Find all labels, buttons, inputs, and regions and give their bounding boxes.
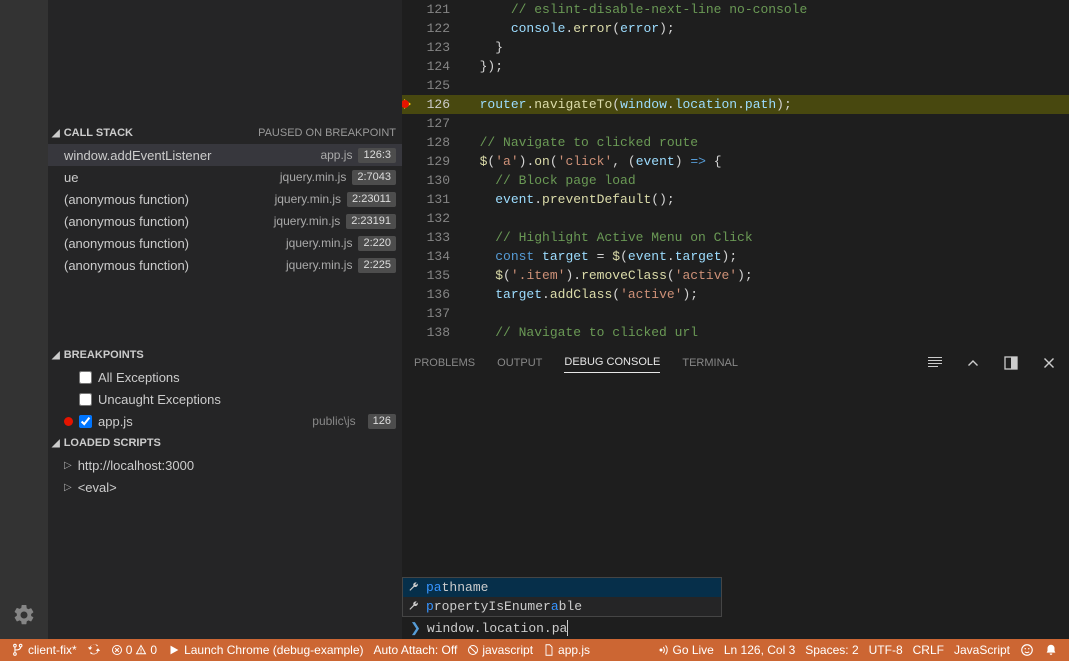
loadedscripts-title: LOADED SCRIPTS <box>64 437 161 449</box>
errors-item[interactable]: 0 0 <box>106 639 162 661</box>
bell-icon[interactable] <box>1039 639 1063 661</box>
callstack-frame[interactable]: window.addEventListenerapp.js126:3 <box>48 144 402 166</box>
file-item[interactable]: app.js <box>538 639 595 661</box>
status-bar: client-fix* 0 0 Launch Chrome (debug-exa… <box>0 639 1069 661</box>
loaded-script-item[interactable]: ▷<eval> <box>48 476 402 498</box>
callstack-frame[interactable]: (anonymous function)jquery.min.js2:23011 <box>48 188 402 210</box>
panel-max-icon[interactable] <box>1003 355 1019 371</box>
breakpoints-header[interactable]: ◢ BREAKPOINTS <box>48 344 402 366</box>
activity-bar <box>0 0 48 639</box>
autocomplete-popup: pathnamepropertyIsEnumerable <box>402 577 722 617</box>
panel-tab[interactable]: DEBUG CONSOLE <box>564 352 660 373</box>
suggestion-item[interactable]: propertyIsEnumerable <box>403 597 721 616</box>
eol-item[interactable]: CRLF <box>908 639 949 661</box>
chevron-up-icon[interactable] <box>965 355 981 371</box>
breakpoint-item[interactable]: All Exceptions <box>48 366 402 388</box>
callstack-header[interactable]: ◢ CALL STACK PAUSED ON BREAKPOINT <box>48 122 402 144</box>
autoattach-item[interactable]: Auto Attach: Off <box>369 639 463 661</box>
callstack-status: PAUSED ON BREAKPOINT <box>258 127 396 139</box>
clear-console-icon[interactable] <box>927 355 943 371</box>
editor-pane: 121 // eslint-disable-next-line no-conso… <box>402 0 1069 639</box>
prompt-icon: ❯ <box>410 621 421 636</box>
branch-item[interactable]: client-fix* <box>6 639 82 661</box>
debug-sidebar: ◢ CALL STACK PAUSED ON BREAKPOINT window… <box>48 0 402 639</box>
callstack-title: CALL STACK <box>64 127 133 139</box>
collapse-icon: ◢ <box>52 128 60 139</box>
spaces-item[interactable]: Spaces: 2 <box>800 639 863 661</box>
breakpoint-dot <box>64 417 73 426</box>
golive-item[interactable]: Go Live <box>653 639 719 661</box>
gear-icon[interactable] <box>12 603 36 627</box>
callstack-frame[interactable]: (anonymous function)jquery.min.js2:225 <box>48 254 402 276</box>
breakpoint-checkbox[interactable] <box>79 371 92 384</box>
loaded-script-item[interactable]: ▷http://localhost:3000 <box>48 454 402 476</box>
wrench-icon <box>407 581 420 594</box>
panel-tab[interactable]: OUTPUT <box>497 353 542 373</box>
breakpoint-checkbox[interactable] <box>79 393 92 406</box>
feedback-icon[interactable] <box>1015 639 1039 661</box>
panel-tab[interactable]: PROBLEMS <box>414 353 475 373</box>
panel-tab[interactable]: TERMINAL <box>682 353 738 373</box>
breakpoint-checkbox[interactable] <box>79 415 92 428</box>
close-icon[interactable] <box>1041 355 1057 371</box>
lang-item[interactable]: javascript <box>462 639 538 661</box>
collapse-icon: ◢ <box>52 350 60 361</box>
breakpoint-item[interactable]: app.jspublic\js126 <box>48 410 402 432</box>
position-item[interactable]: Ln 126, Col 3 <box>719 639 800 661</box>
langmode-item[interactable]: JavaScript <box>949 639 1015 661</box>
panel: PROBLEMS OUTPUT DEBUG CONSOLE TERMINAL path… <box>402 345 1069 639</box>
debug-console-input[interactable]: ❯ window.location.pa <box>402 617 1069 639</box>
code-editor[interactable]: 121 // eslint-disable-next-line no-conso… <box>402 0 1069 345</box>
repl-text: window.location.pa <box>427 621 567 636</box>
encoding-item[interactable]: UTF-8 <box>864 639 908 661</box>
breakpoints-title: BREAKPOINTS <box>64 349 144 361</box>
wrench-icon <box>407 600 420 613</box>
suggestion-item[interactable]: pathname <box>403 578 721 597</box>
collapse-icon: ◢ <box>52 438 60 449</box>
callstack-frame[interactable]: (anonymous function)jquery.min.js2:220 <box>48 232 402 254</box>
callstack-frame[interactable]: (anonymous function)jquery.min.js2:23191 <box>48 210 402 232</box>
sync-item[interactable] <box>82 639 106 661</box>
loadedscripts-header[interactable]: ◢ LOADED SCRIPTS <box>48 432 402 454</box>
breakpoint-item[interactable]: Uncaught Exceptions <box>48 388 402 410</box>
launch-item[interactable]: Launch Chrome (debug-example) <box>162 639 368 661</box>
callstack-frame[interactable]: uejquery.min.js2:7043 <box>48 166 402 188</box>
